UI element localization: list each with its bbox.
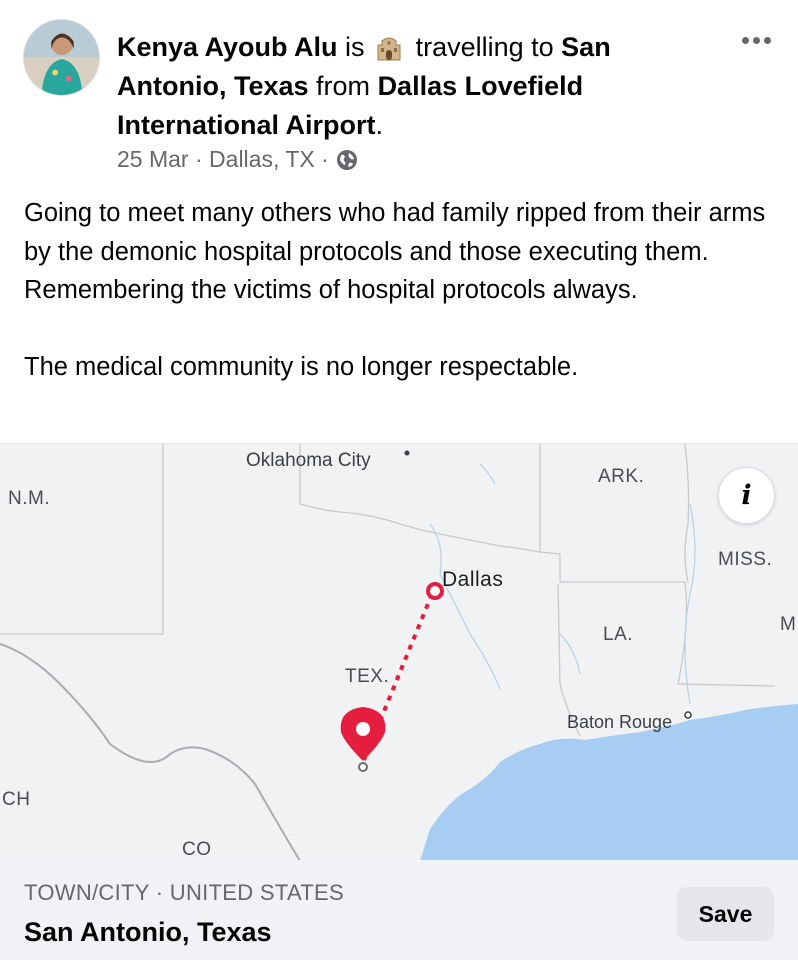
post-header: Kenya Ayoub Alu is travelling to San Ant… <box>0 0 798 190</box>
map-label-tex: TEX. <box>345 666 390 687</box>
map-label-ch: CH <box>2 789 31 810</box>
map-label-m: M <box>780 614 797 635</box>
place-type: TOWN/CITY · UNITED STATES <box>24 880 344 905</box>
author-name-link[interactable]: Kenya Ayoub Alu <box>117 32 338 62</box>
map-label-nm: N.M. <box>8 488 51 509</box>
place-name[interactable]: San Antonio, Texas <box>24 917 272 948</box>
map-label-ark: ARK. <box>598 466 645 487</box>
save-button[interactable]: Save <box>677 887 774 941</box>
map-label-baton-rouge: Baton Rouge <box>567 712 673 732</box>
post-paragraph-1: Going to meet many others who had family… <box>24 199 766 304</box>
map-label-oklahoma-city: Oklahoma City <box>246 450 371 471</box>
origin-marker <box>426 582 444 600</box>
headline-period: . <box>375 110 384 140</box>
avatar-photo <box>24 20 99 95</box>
post-date[interactable]: 25 Mar <box>117 146 189 173</box>
alamo-building-icon <box>374 33 404 61</box>
dot-icon <box>741 36 749 44</box>
from-text: from <box>316 71 371 101</box>
map-label-co: CO <box>182 839 212 860</box>
verb-is: is <box>345 32 365 62</box>
post-paragraph-2: The medical community is no longer respe… <box>24 353 579 381</box>
post-headline: Kenya Ayoub Alu is travelling to San Ant… <box>117 28 677 145</box>
oklahoma-city-dot <box>404 450 410 456</box>
map-label-la: LA. <box>603 624 634 645</box>
map-label-dallas: Dallas <box>442 568 504 591</box>
meta-separator: · <box>194 146 203 172</box>
info-icon: i <box>741 480 752 511</box>
map-info-button[interactable]: i <box>718 467 775 524</box>
dot-icon <box>752 36 760 44</box>
map-background <box>0 444 798 860</box>
activity-text: travelling to <box>415 32 554 62</box>
dot-icon <box>763 36 771 44</box>
destination-dot <box>358 762 368 772</box>
place-footer[interactable]: TOWN/CITY · UNITED STATES San Antonio, T… <box>0 860 798 960</box>
post-meta: 25 Mar · Dallas, TX · <box>117 146 359 173</box>
more-options-button[interactable] <box>736 28 776 52</box>
travel-map[interactable]: Oklahoma City N.M. ARK. MISS. Dallas LA.… <box>0 443 798 860</box>
post-location[interactable]: Dallas, TX <box>209 146 315 173</box>
author-avatar[interactable] <box>23 19 100 96</box>
map-label-miss: MISS. <box>718 549 773 570</box>
globe-icon <box>335 148 359 172</box>
post-body: Going to meet many others who had family… <box>24 194 774 387</box>
meta-separator-2: · <box>321 146 329 172</box>
baton-rouge-dot <box>684 711 692 719</box>
